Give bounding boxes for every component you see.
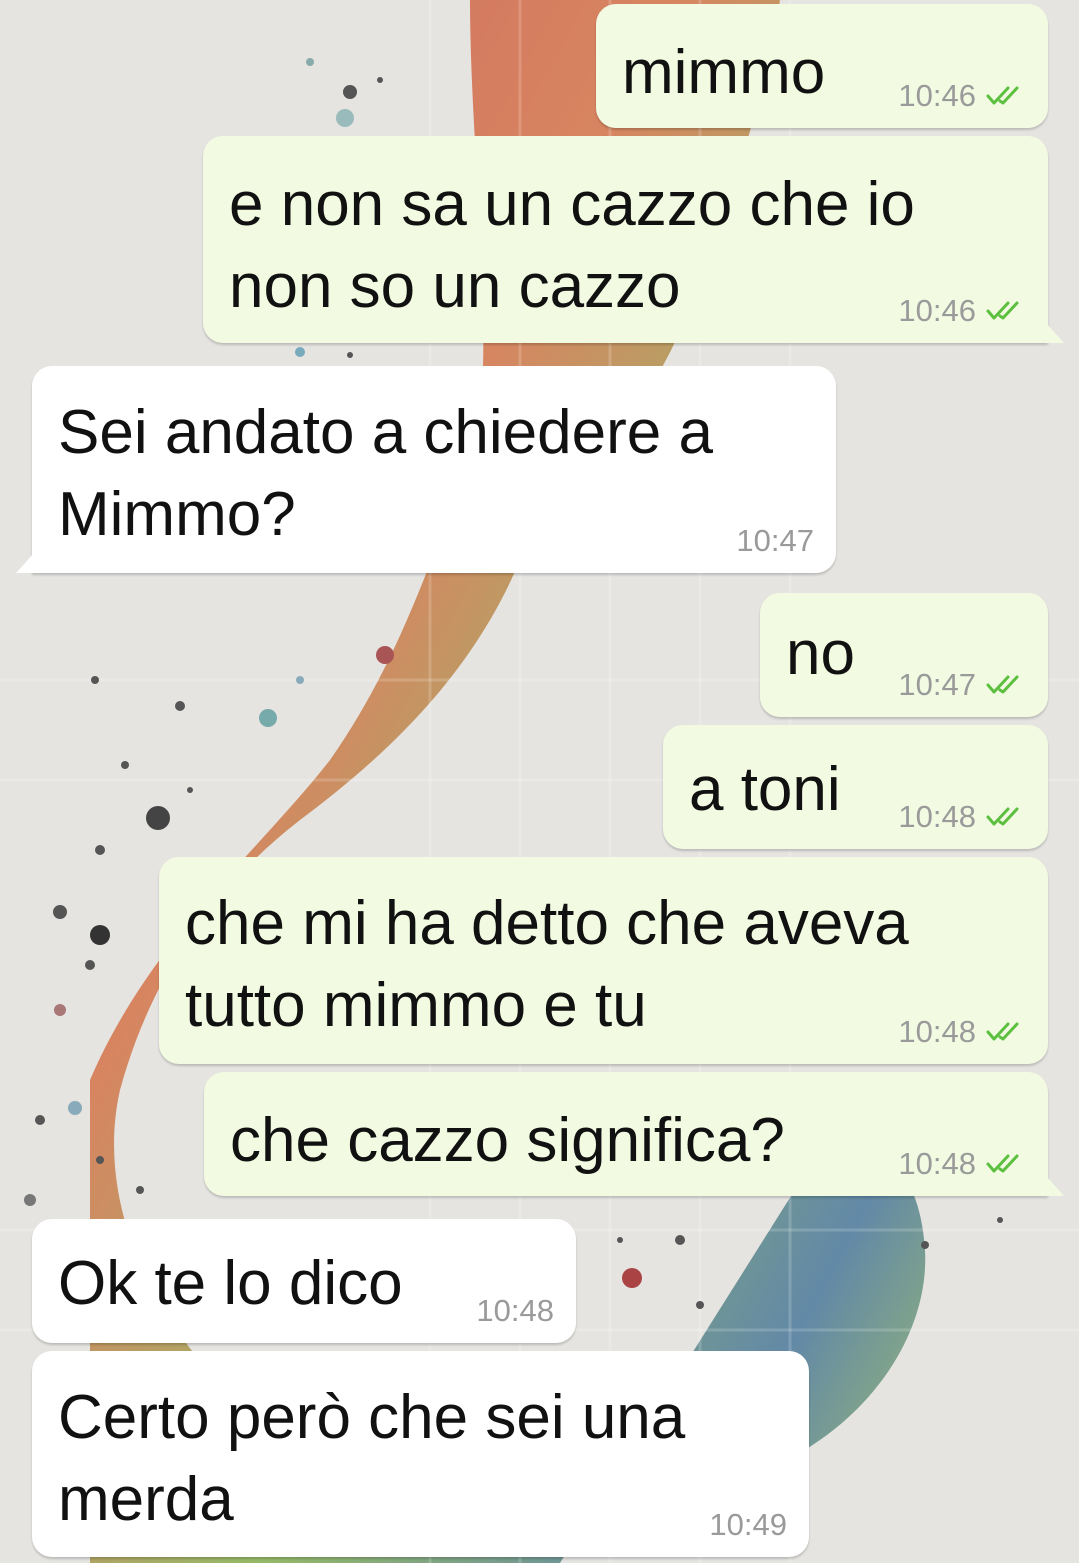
message-meta: 10:49 <box>709 1507 787 1543</box>
message-text-line-1: Sei andato a chiedere a <box>58 398 713 467</box>
message-time: 10:48 <box>898 799 976 834</box>
bubble-tail <box>1046 323 1064 343</box>
message-text: Ok te lo dico <box>58 1249 403 1318</box>
message-bubble-incoming[interactable]: Sei andato a chiedere a Mimmo? 10:47 <box>32 366 836 573</box>
double-check-icon <box>986 806 1026 828</box>
message-text-line-2: non so un cazzo <box>229 252 681 321</box>
message-bubble-outgoing[interactable]: a toni 10:48 <box>663 725 1048 849</box>
double-check-icon <box>986 1021 1026 1043</box>
message-text-line-2: tutto mimmo e tu <box>185 971 647 1040</box>
message-bubble-outgoing[interactable]: che mi ha detto che aveva tutto mimmo e … <box>159 857 1048 1064</box>
message-bubble-outgoing[interactable]: che cazzo significa? 10:48 <box>204 1072 1048 1196</box>
message-meta: 10:48 <box>898 799 1026 835</box>
double-check-icon <box>986 674 1026 696</box>
bubble-tail <box>1046 1176 1064 1196</box>
message-text-line-1: che mi ha detto che aveva <box>185 889 909 958</box>
message-bubble-incoming[interactable]: Ok te lo dico 10:48 <box>32 1219 576 1343</box>
message-text-line-2: Mimmo? <box>58 480 296 549</box>
bubble-tail <box>16 553 34 573</box>
message-meta: 10:46 <box>898 293 1026 329</box>
message-bubble-incoming[interactable]: Certo però che sei una merda 10:49 <box>32 1351 809 1557</box>
message-meta: 10:46 <box>898 78 1026 114</box>
message-text: mimmo <box>622 38 826 107</box>
message-time: 10:47 <box>736 523 814 558</box>
message-bubble-outgoing[interactable]: e non sa un cazzo che io non so un cazzo… <box>203 136 1048 343</box>
double-check-icon <box>986 1153 1026 1175</box>
message-meta: 10:47 <box>736 523 814 559</box>
message-meta: 10:48 <box>898 1146 1026 1182</box>
double-check-icon <box>986 300 1026 322</box>
double-check-icon <box>986 85 1026 107</box>
message-time: 10:46 <box>898 78 976 113</box>
message-text: che cazzo significa? <box>230 1106 785 1175</box>
message-meta: 10:47 <box>898 667 1026 703</box>
message-bubble-outgoing[interactable]: no 10:47 <box>760 593 1048 717</box>
message-meta: 10:48 <box>898 1014 1026 1050</box>
message-time: 10:46 <box>898 293 976 328</box>
chat-messages: mimmo 10:46 e non sa un cazzo che io non… <box>0 0 1079 1563</box>
message-time: 10:47 <box>898 667 976 702</box>
message-text-line-1: Certo però che sei una <box>58 1383 686 1452</box>
message-time: 10:48 <box>898 1146 976 1181</box>
message-text: a toni <box>689 755 841 824</box>
message-text: no <box>786 619 855 688</box>
message-meta: 10:48 <box>476 1293 554 1329</box>
message-time: 10:49 <box>709 1507 787 1542</box>
message-time: 10:48 <box>898 1014 976 1049</box>
message-text-line-1: e non sa un cazzo che io <box>229 170 915 239</box>
message-bubble-outgoing[interactable]: mimmo 10:46 <box>596 4 1048 128</box>
message-time: 10:48 <box>476 1293 554 1328</box>
message-text-line-2: merda <box>58 1465 234 1534</box>
